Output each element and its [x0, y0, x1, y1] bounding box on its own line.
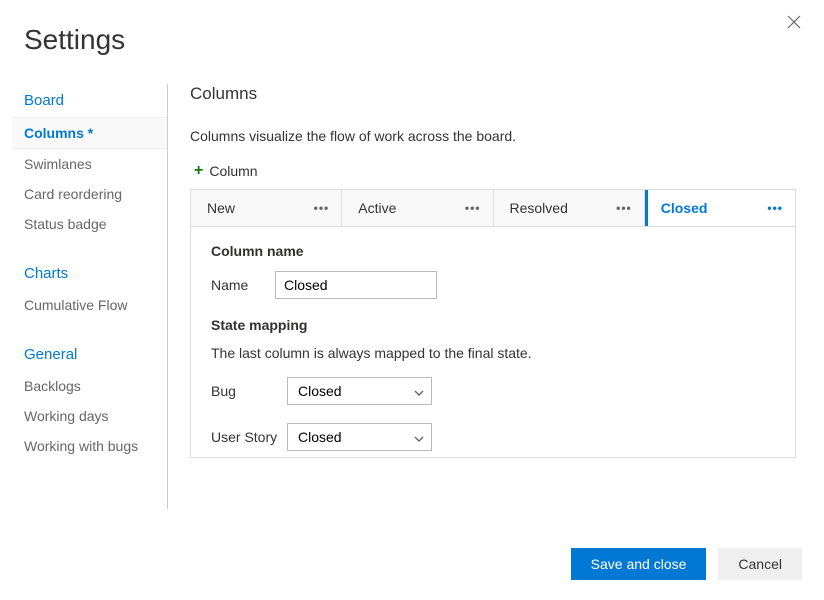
bug-label: Bug: [211, 383, 287, 399]
column-name-heading: Column name: [211, 243, 775, 259]
more-actions-icon[interactable]: •••: [616, 201, 632, 215]
name-label: Name: [211, 277, 275, 293]
tab-closed[interactable]: Closed •••: [645, 190, 795, 226]
dialog-title: Settings: [0, 0, 824, 56]
plus-icon: +: [194, 162, 203, 180]
tab-label: Active: [358, 200, 396, 216]
add-column-button[interactable]: + Column: [192, 158, 260, 184]
column-name-input[interactable]: [275, 271, 437, 299]
add-column-label: Column: [209, 163, 257, 179]
main-heading: Columns: [190, 84, 796, 104]
bug-state-select[interactable]: [287, 377, 432, 405]
more-actions-icon[interactable]: •••: [767, 201, 783, 215]
tab-new[interactable]: New •••: [191, 190, 342, 226]
main-description: Columns visualize the flow of work acros…: [190, 128, 796, 144]
sidebar: Board Columns * Swimlanes Card reorderin…: [0, 84, 168, 509]
more-actions-icon[interactable]: •••: [314, 201, 330, 215]
save-and-close-button[interactable]: Save and close: [571, 548, 707, 580]
nav-item-columns[interactable]: Columns *: [12, 117, 167, 149]
tab-resolved[interactable]: Resolved •••: [494, 190, 645, 226]
user-story-state-select[interactable]: [287, 423, 432, 451]
nav-item-swimlanes[interactable]: Swimlanes: [12, 149, 167, 179]
close-icon: [787, 15, 801, 29]
state-mapping-heading: State mapping: [211, 317, 775, 333]
tab-label: Closed: [661, 200, 708, 216]
main-panel: Columns Columns visualize the flow of wo…: [168, 84, 824, 509]
nav-item-status-badge[interactable]: Status badge: [12, 209, 167, 239]
tab-label: Resolved: [510, 200, 568, 216]
nav-item-cumulative-flow[interactable]: Cumulative Flow: [12, 290, 167, 320]
cancel-button[interactable]: Cancel: [718, 548, 802, 580]
tab-label: New: [207, 200, 235, 216]
nav-item-working-days[interactable]: Working days: [12, 401, 167, 431]
nav-group-board: Board: [12, 84, 167, 117]
user-story-label: User Story: [211, 429, 287, 445]
nav-item-backlogs[interactable]: Backlogs: [12, 371, 167, 401]
nav-group-general: General: [12, 338, 167, 371]
state-mapping-help: The last column is always mapped to the …: [211, 345, 775, 361]
nav-item-card-reordering[interactable]: Card reordering: [12, 179, 167, 209]
nav-item-working-with-bugs[interactable]: Working with bugs: [12, 431, 167, 461]
dialog-footer: Save and close Cancel: [571, 548, 802, 580]
tab-active[interactable]: Active •••: [342, 190, 493, 226]
column-tabs: New ••• Active ••• Resolved ••• Closed •…: [190, 189, 796, 226]
nav-group-charts: Charts: [12, 257, 167, 290]
close-button[interactable]: [784, 12, 804, 32]
more-actions-icon[interactable]: •••: [465, 201, 481, 215]
column-settings-panel: Column name Name State mapping The last …: [190, 226, 796, 458]
